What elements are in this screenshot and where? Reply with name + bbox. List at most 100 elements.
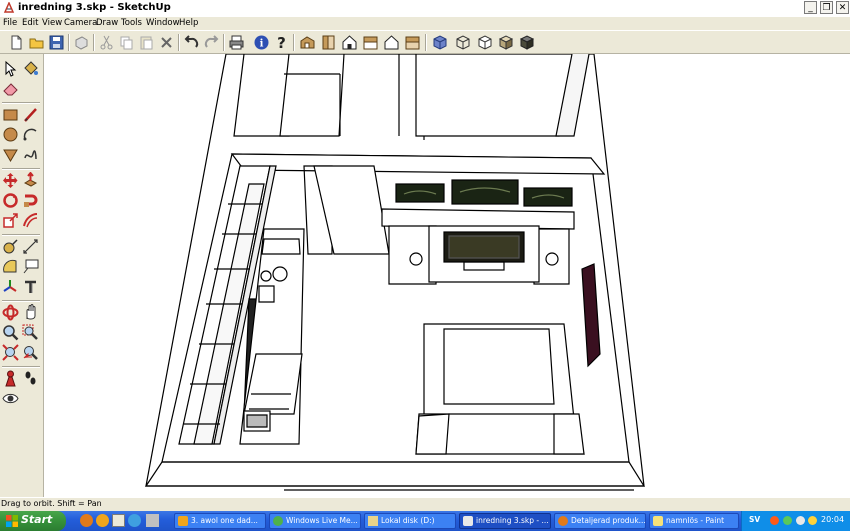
position-camera-icon[interactable] <box>2 370 19 387</box>
text-icon[interactable] <box>22 258 39 275</box>
sketchup-app-icon <box>3 2 15 13</box>
menu-bar: File Edit View Camera Draw Tools Window … <box>0 17 850 30</box>
menu-file[interactable]: File <box>3 18 17 28</box>
ie-quicklaunch-icon[interactable] <box>128 514 141 527</box>
hidden-line-icon[interactable] <box>476 34 493 51</box>
room-model <box>144 54 646 491</box>
orbit-icon[interactable] <box>2 304 19 321</box>
firefox-quicklaunch-icon[interactable] <box>80 514 93 527</box>
menu-window[interactable]: Window <box>146 18 180 28</box>
wall-picture-left <box>395 183 445 203</box>
task-paint[interactable]: namnlös - Paint <box>649 513 739 529</box>
circle-icon[interactable] <box>2 126 19 143</box>
paint-bucket-icon[interactable] <box>22 60 39 77</box>
upper-door <box>279 54 345 137</box>
protractor-icon[interactable] <box>2 258 19 275</box>
3d-viewport[interactable] <box>44 54 850 497</box>
erase-icon[interactable] <box>158 34 175 51</box>
quicklaunch-expand-icon[interactable] <box>146 514 159 527</box>
zoom-window-icon[interactable] <box>22 324 39 341</box>
menu-tools[interactable]: Tools <box>121 18 142 28</box>
wireframe-icon[interactable] <box>454 34 471 51</box>
sketchup-icon <box>463 516 473 526</box>
3d-text-icon[interactable] <box>22 278 39 295</box>
zoom-icon[interactable] <box>2 324 19 341</box>
menu-draw[interactable]: Draw <box>96 18 118 28</box>
walk-icon[interactable] <box>22 370 39 387</box>
iso-view-icon[interactable] <box>299 34 316 51</box>
rectangle-icon[interactable] <box>2 106 19 123</box>
make-component-icon[interactable] <box>73 34 90 51</box>
restore-button[interactable]: ❐ <box>820 1 833 14</box>
redo-icon[interactable] <box>203 34 220 51</box>
textured-icon[interactable] <box>518 34 535 51</box>
offset-icon[interactable] <box>22 212 39 229</box>
winamp-quicklaunch-icon[interactable] <box>96 514 109 527</box>
menu-view[interactable]: View <box>42 18 62 28</box>
windows-logo-icon <box>6 515 18 527</box>
task-local-disk[interactable]: Lokal disk (D:) <box>364 513 456 529</box>
status-bar: Drag to orbit. Shift = Pan <box>0 497 850 512</box>
freehand-icon[interactable] <box>22 146 39 163</box>
menu-edit[interactable]: Edit <box>22 18 38 28</box>
new-icon[interactable] <box>8 34 25 51</box>
close-button[interactable]: ✕ <box>836 1 849 14</box>
pan-icon[interactable] <box>22 304 39 321</box>
undo-icon[interactable] <box>183 34 200 51</box>
follow-me-icon[interactable] <box>22 192 39 209</box>
line-icon[interactable] <box>22 106 39 123</box>
move-icon[interactable] <box>2 172 19 189</box>
print-icon[interactable] <box>228 34 245 51</box>
paint-icon <box>653 516 663 526</box>
minimize-button[interactable]: _ <box>804 1 817 14</box>
firefox-icon <box>558 516 568 526</box>
task-messenger[interactable]: Windows Live Me... <box>269 513 361 529</box>
tray-app-icon[interactable] <box>770 516 779 525</box>
folder-icon <box>368 516 378 526</box>
language-indicator[interactable]: SV <box>749 515 760 524</box>
save-icon[interactable] <box>48 34 65 51</box>
clock: 20:04 <box>821 515 845 524</box>
arc-icon[interactable] <box>22 126 39 143</box>
window-title: inredning 3.skp - SketchUp <box>18 2 171 13</box>
select-icon[interactable] <box>2 60 19 77</box>
copy-icon[interactable] <box>118 34 135 51</box>
wall-picture-right <box>523 187 573 207</box>
open-icon[interactable] <box>28 34 45 51</box>
front-view-icon[interactable] <box>341 34 358 51</box>
polygon-icon[interactable] <box>2 146 19 163</box>
top-view-icon[interactable] <box>320 34 337 51</box>
cut-icon[interactable] <box>98 34 115 51</box>
right-view-icon[interactable] <box>362 34 379 51</box>
xray-icon[interactable] <box>431 34 448 51</box>
help-icon[interactable]: ? <box>273 34 290 51</box>
menu-camera[interactable]: Camera <box>64 18 97 28</box>
back-view-icon[interactable] <box>383 34 400 51</box>
start-label: Start <box>21 513 53 526</box>
model-info-icon[interactable]: i <box>253 34 270 51</box>
tray-network-icon[interactable] <box>796 516 805 525</box>
eraser-icon[interactable] <box>2 80 19 97</box>
task-firefox[interactable]: Detaljerad produk... <box>554 513 646 529</box>
svg-text:i: i <box>260 39 264 50</box>
tray-messenger-icon[interactable] <box>783 516 792 525</box>
left-view-icon[interactable] <box>404 34 421 51</box>
status-text: Drag to orbit. Shift = Pan <box>1 499 102 508</box>
tape-measure-icon[interactable] <box>2 238 19 255</box>
axes-icon[interactable] <box>2 278 19 295</box>
look-around-icon[interactable] <box>2 390 19 407</box>
task-winamp[interactable]: 3. awol one dad... <box>174 513 266 529</box>
tray-volume-icon[interactable] <box>808 516 817 525</box>
paste-icon[interactable] <box>138 34 155 51</box>
previous-view-icon[interactable] <box>22 344 39 361</box>
zoom-extents-icon[interactable] <box>2 344 19 361</box>
shaded-icon[interactable] <box>497 34 514 51</box>
desktop-quicklaunch-icon[interactable] <box>112 514 125 527</box>
push-pull-icon[interactable] <box>22 172 39 189</box>
scale-icon[interactable] <box>2 212 19 229</box>
rotate-icon[interactable] <box>2 192 19 209</box>
dimension-icon[interactable] <box>22 238 39 255</box>
task-sketchup[interactable]: inredning 3.skp - ... <box>459 513 551 529</box>
menu-help[interactable]: Help <box>179 18 198 28</box>
start-button[interactable]: Start <box>0 511 66 531</box>
